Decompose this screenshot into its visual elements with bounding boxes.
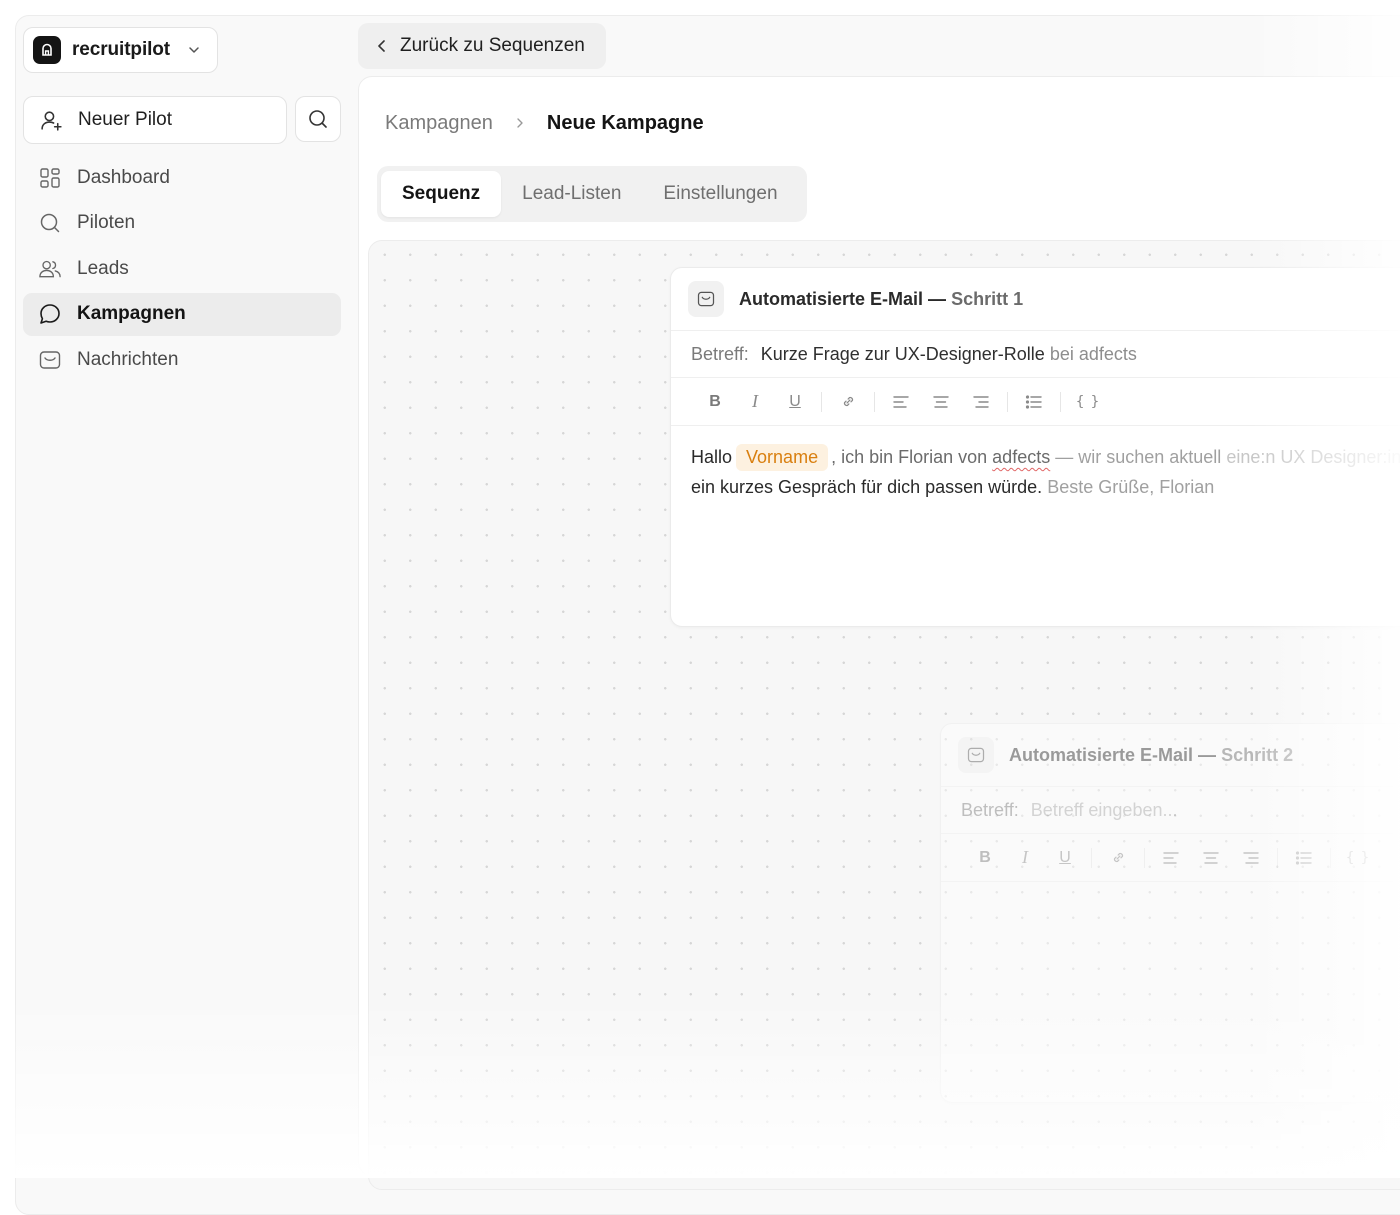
toolbar-divider (821, 391, 822, 412)
body-part-3: eine:n UX Designer:in (1226, 447, 1400, 467)
card-title: Automatisierte E-Mail — Schritt 1 (739, 289, 1023, 310)
link-icon[interactable] (828, 393, 868, 410)
sidebar-nav: Dashboard Piloten Leads Kampagnen Nachri… (23, 156, 341, 384)
bullet-list-icon[interactable] (1284, 850, 1324, 866)
inbox-icon (38, 348, 62, 372)
chevron-left-icon (376, 39, 388, 53)
tab-sequenz[interactable]: Sequenz (381, 171, 502, 217)
link-icon[interactable] (1098, 849, 1138, 866)
tab-einstellungen[interactable]: Einstellungen (642, 171, 798, 217)
subject-tail: bei adfects (1049, 343, 1137, 364)
underline-button[interactable]: U (1045, 849, 1085, 867)
underline-button[interactable]: U (775, 393, 815, 411)
subject-field[interactable]: Betreff: Kurze Frage zur UX-Designer-Rol… (671, 331, 1400, 378)
chevron-down-icon (187, 43, 201, 57)
workspace-name: recruitpilot (72, 39, 171, 60)
align-left-icon[interactable] (881, 394, 921, 410)
toolbar-divider (874, 391, 875, 412)
toolbar-divider (1144, 847, 1145, 868)
bullet-list-icon[interactable] (1014, 394, 1054, 410)
variable-chip[interactable]: Vorname (736, 444, 829, 471)
sidebar-item-kampagnen[interactable]: Kampagnen (23, 292, 341, 336)
subject-value[interactable]: Kurze Frage zur UX-Designer-Rolle bei ad… (761, 344, 1137, 365)
users-icon (38, 257, 62, 281)
new-pilot-button[interactable]: Neuer Pilot (23, 96, 287, 144)
sidebar-item-dashboard[interactable]: Dashboard (23, 156, 341, 199)
toolbar-divider (1007, 391, 1008, 412)
italic-button[interactable]: I (735, 391, 775, 412)
sidebar-item-label: Nachrichten (77, 348, 179, 370)
body-line-2-tail: Beste Grüße, Florian (1047, 477, 1215, 497)
sidebar-item-label: Piloten (77, 212, 136, 233)
sidebar-item-label: Kampagnen (77, 303, 186, 324)
workspace-switcher[interactable]: recruitpilot (23, 27, 218, 73)
email-step-card-1[interactable]: Automatisierte E-Mail — Schritt 1 Betref… (670, 267, 1400, 627)
subject-main: Kurze Frage zur UX-Designer-Rolle (760, 343, 1045, 364)
search-button[interactable] (295, 96, 341, 142)
subject-placeholder[interactable]: Betreff eingeben... (1031, 800, 1178, 821)
toolbar-divider (1091, 847, 1092, 868)
back-label: Zurück zu Sequenzen (400, 35, 585, 56)
toolbar-divider (1277, 847, 1278, 868)
align-right-icon[interactable] (961, 394, 1001, 410)
mail-icon (958, 737, 994, 773)
body-line-2: ein kurzes Gespräch für dich passen würd… (691, 472, 1400, 502)
search-icon (306, 107, 330, 131)
back-to-sequences-button[interactable]: Zurück zu Sequenzen (358, 23, 606, 69)
align-center-icon[interactable] (921, 394, 961, 410)
card-title-main: Automatisierte E-Mail — (739, 288, 947, 309)
subject-label: Betreff: (691, 343, 749, 364)
page-title: Neue Kampagne (546, 112, 704, 134)
sidebar-item-nachrichten[interactable]: Nachrichten (23, 338, 341, 381)
card-title: Automatisierte E-Mail — Schritt 2 (1009, 745, 1293, 766)
variable-braces-button[interactable]: { } (1337, 850, 1377, 866)
sidebar-item-label: Dashboard (77, 166, 170, 188)
sidebar-item-leads[interactable]: Leads (23, 247, 341, 290)
card-title-step: Schritt 1 (951, 288, 1024, 309)
tab-bar: Sequenz Lead-Listen Einstellungen (377, 166, 807, 222)
body-part-1: , ich bin Florian von (831, 447, 988, 467)
new-pilot-label: Neuer Pilot (78, 109, 172, 130)
formatting-toolbar: B I U { } (941, 834, 1400, 882)
email-step-card-2[interactable]: Automatisierte E-Mail — Schritt 2 Betref… (940, 723, 1400, 1103)
align-right-icon[interactable] (1231, 850, 1271, 866)
tab-lead-listen[interactable]: Lead-Listen (501, 171, 642, 217)
italic-button[interactable]: I (1005, 847, 1045, 868)
body-greeting: Hallo (691, 447, 733, 467)
mail-icon (688, 281, 724, 317)
breadcrumb-link-kampagnen[interactable]: Kampagnen (385, 108, 493, 138)
variable-braces-button[interactable]: { } (1067, 394, 1107, 410)
chevron-right-icon (515, 116, 525, 130)
card-title-main: Automatisierte E-Mail — (1009, 744, 1217, 765)
chat-bubble-icon (38, 302, 62, 326)
align-center-icon[interactable] (1191, 850, 1231, 866)
search-icon (38, 211, 62, 235)
body-line-2-main: ein kurzes Gespräch für dich passen würd… (691, 477, 1043, 497)
card-header: Automatisierte E-Mail — Schritt 2 (941, 724, 1400, 787)
formatting-toolbar: B I U { } (671, 378, 1400, 426)
body-line-1: Hallo Vorname, ich bin Florian von adfect… (691, 442, 1400, 472)
workspace-logo-icon (33, 36, 61, 64)
bold-button[interactable]: B (695, 393, 735, 411)
sidebar-item-label: Leads (77, 257, 129, 279)
breadcrumb: Kampagnen Neue Kampagne (385, 108, 704, 138)
bold-button[interactable]: B (965, 849, 1005, 867)
body-part-2: — wir suchen aktuell (1055, 447, 1222, 467)
dashboard-icon (38, 166, 62, 190)
email-body-editor[interactable]: Hallo Vorname, ich bin Florian von adfect… (671, 426, 1400, 518)
card-header: Automatisierte E-Mail — Schritt 1 (671, 268, 1400, 331)
toolbar-divider (1330, 847, 1331, 868)
sidebar-item-piloten[interactable]: Piloten (23, 202, 341, 245)
body-company: adfects (992, 447, 1051, 467)
user-plus-icon (39, 108, 64, 133)
subject-field[interactable]: Betreff: Betreff eingeben... (941, 787, 1400, 834)
toolbar-divider (1060, 391, 1061, 412)
subject-label: Betreff: (961, 799, 1019, 820)
card-title-step: Schritt 2 (1221, 744, 1294, 765)
align-left-icon[interactable] (1151, 850, 1191, 866)
